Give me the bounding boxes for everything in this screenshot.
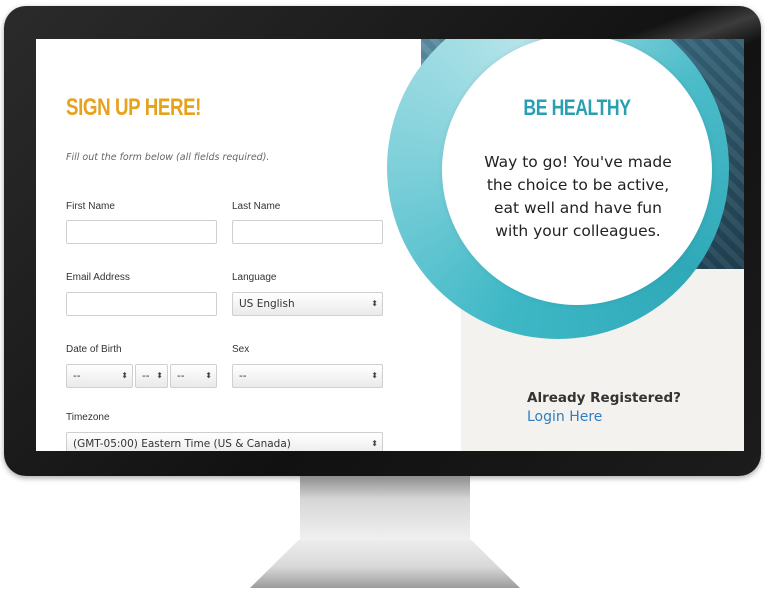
last-name-label: Last Name: [232, 201, 281, 212]
select-arrows-icon: ⬍: [156, 371, 163, 380]
monitor-screen: BE HEALTHY Way to go! You've made the ch…: [36, 39, 744, 451]
dob-year-select[interactable]: -- ⬍: [170, 364, 217, 388]
first-name-label: First Name: [66, 201, 115, 212]
sex-value: --: [239, 370, 247, 382]
dob-day-select[interactable]: -- ⬍: [135, 364, 168, 388]
form-title: SIGN UP HERE!: [66, 94, 202, 121]
select-arrows-icon: ⬍: [121, 371, 128, 380]
first-name-field[interactable]: [66, 220, 217, 244]
select-arrows-icon: ⬍: [371, 439, 378, 448]
select-arrows-icon: ⬍: [205, 371, 212, 380]
timezone-select[interactable]: (GMT-05:00) Eastern Time (US & Canada) ⬍: [66, 432, 383, 451]
monitor-bezel: BE HEALTHY Way to go! You've made the ch…: [4, 6, 761, 476]
signup-form: SIGN UP HERE! Fill out the form below (a…: [36, 39, 436, 451]
select-arrows-icon: ⬍: [371, 371, 378, 380]
dob-month-value: --: [73, 370, 81, 382]
dob-day-value: --: [142, 370, 150, 382]
dob-year-value: --: [177, 370, 185, 382]
language-value: US English: [239, 298, 295, 310]
sex-label: Sex: [232, 344, 250, 355]
select-arrows-icon: ⬍: [371, 299, 378, 308]
hero-heading: BE HEALTHY: [523, 95, 631, 120]
monitor-stand-base: [250, 540, 520, 588]
language-select[interactable]: US English ⬍: [232, 292, 383, 316]
language-label: Language: [232, 272, 277, 283]
sex-select[interactable]: -- ⬍: [232, 364, 383, 388]
monitor-stand-neck: [300, 476, 470, 542]
already-registered-text: Already Registered?: [527, 390, 681, 406]
email-label: Email Address: [66, 272, 130, 283]
timezone-value: (GMT-05:00) Eastern Time (US & Canada): [73, 438, 291, 450]
email-field[interactable]: [66, 292, 217, 316]
last-name-field[interactable]: [232, 220, 383, 244]
form-instructions: Fill out the form below (all fields requ…: [66, 152, 270, 163]
dob-label: Date of Birth: [66, 344, 122, 355]
dob-month-select[interactable]: -- ⬍: [66, 364, 133, 388]
timezone-label: Timezone: [66, 412, 110, 423]
hero-text: Way to go! You've made the choice to be …: [484, 153, 672, 240]
login-link[interactable]: Login Here: [527, 409, 602, 425]
